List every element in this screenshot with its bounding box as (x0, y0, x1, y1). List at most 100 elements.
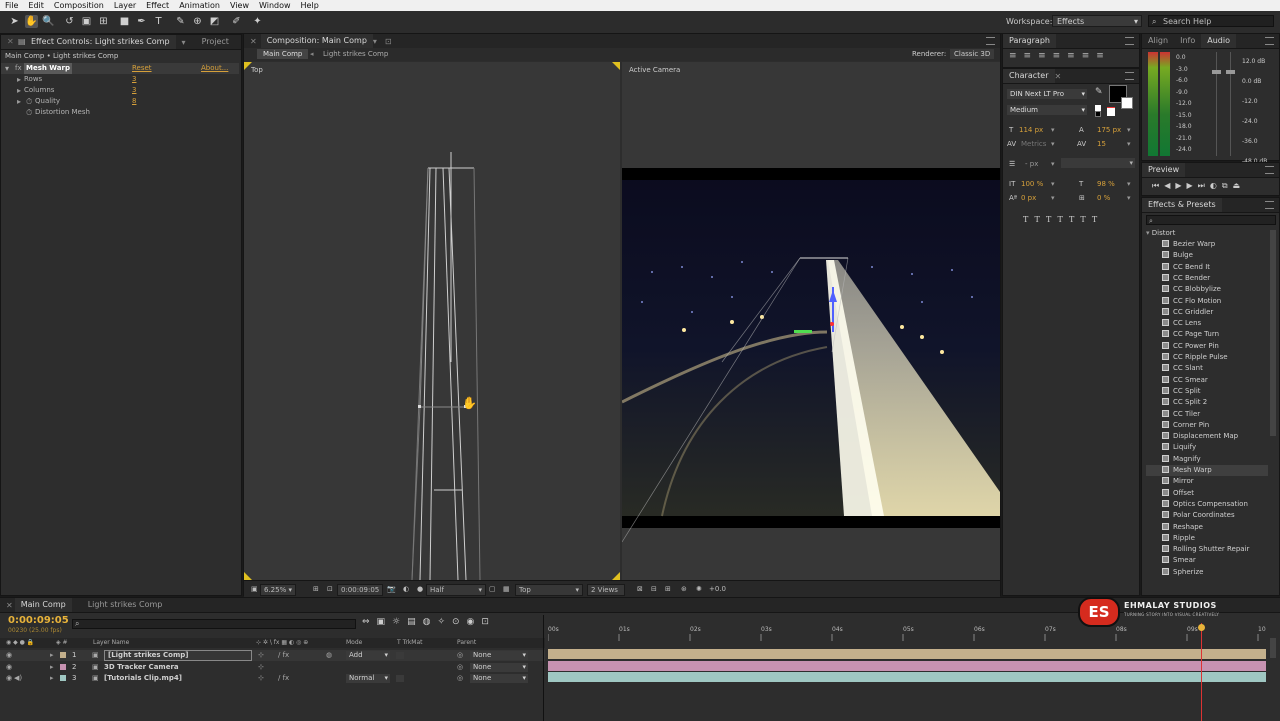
crumb-main-comp[interactable]: Main Comp (257, 49, 309, 59)
label-color-swatch[interactable] (60, 663, 66, 670)
chevron-down-icon[interactable]: ▾ (1127, 179, 1131, 189)
effect-item[interactable]: CC Slant (1146, 363, 1268, 374)
show-channel-icon[interactable]: ◐ (400, 584, 412, 594)
effects-search-input[interactable]: ⌕ (1146, 215, 1276, 225)
effect-item[interactable]: CC Smear (1146, 375, 1268, 386)
playhead[interactable] (1201, 623, 1203, 721)
menu-item-animation[interactable]: Animation (174, 0, 225, 11)
timeline-search-input[interactable]: ⌕ (72, 619, 356, 629)
align-buttons[interactable]: ≡≡≡≡≡≡≡ (1009, 51, 1111, 61)
effect-item[interactable]: Bezier Warp (1146, 239, 1268, 250)
property-columns[interactable]: ▸ Columns 3 (1, 85, 239, 96)
vertical-scale-value[interactable]: 100 % (1021, 179, 1043, 189)
label-color-swatch[interactable] (60, 652, 66, 658)
expand-arrow-icon[interactable]: ▸ (17, 74, 21, 85)
label-color-swatch[interactable] (60, 675, 66, 681)
stroke-width-value[interactable]: - px (1025, 159, 1038, 169)
panel-menu-icon[interactable] (1265, 37, 1274, 45)
effect-item[interactable]: CC Page Turn (1146, 329, 1268, 340)
region-of-interest-icon[interactable]: ▢ (486, 584, 499, 594)
tab-effect-controls[interactable]: ✕ ▤ Effect Controls: Light strikes Comp (1, 35, 176, 49)
effect-item[interactable]: Mirror (1146, 476, 1268, 487)
effect-item[interactable]: Bulge (1146, 250, 1268, 261)
fx-toggle-icon[interactable]: fx (15, 63, 22, 74)
effect-item[interactable]: CC Flo Motion (1146, 296, 1268, 307)
layer-duration-bar[interactable] (548, 649, 1266, 659)
views-layout-select[interactable]: 2 Views ▾ (587, 584, 625, 604)
menu-item-edit[interactable]: Edit (23, 0, 49, 11)
layer-row[interactable]: ◉ ◀) ▸ 3 ▣ [Tutorials Clip.mp4] ⊹ / fx Normal ▾ ◎ N… (0, 673, 545, 684)
chevron-down-icon[interactable]: ▾ (1127, 139, 1131, 149)
flowchart-icon[interactable]: ⊛ (678, 584, 690, 594)
quality-switch-icon[interactable]: / fx (278, 650, 289, 661)
effect-item[interactable]: Offset (1146, 488, 1268, 499)
effect-item[interactable]: CC Power Pin (1146, 341, 1268, 352)
parent-select[interactable]: None ▾ (470, 651, 528, 660)
pick-whip-icon[interactable]: ◎ (457, 673, 463, 684)
font-size-value[interactable]: 114 px (1019, 125, 1043, 135)
close-icon[interactable]: ✕ (1055, 72, 1062, 81)
tab-audio[interactable]: Audio (1201, 34, 1236, 48)
pen-tool-icon[interactable]: ✒ (135, 15, 148, 28)
kerning-value[interactable]: Metrics (1021, 139, 1046, 149)
eye-icon[interactable]: ◉ (6, 650, 12, 661)
transparency-grid-icon[interactable]: ▦ (500, 584, 513, 594)
lock-icon[interactable]: ⊡ (385, 37, 392, 46)
puppet-tool-icon[interactable]: ✦ (251, 15, 264, 28)
parent-select[interactable]: None ▾ (470, 674, 528, 683)
property-rows[interactable]: ▸ Rows 3 (1, 74, 239, 85)
effect-item[interactable]: Reshape (1146, 522, 1268, 533)
expand-arrow-icon[interactable]: ▾ (5, 63, 9, 74)
layer-mode-select[interactable]: Add ▾ (346, 651, 390, 660)
panel-menu-icon[interactable] (1125, 72, 1134, 80)
leading-value[interactable]: 175 px (1097, 125, 1121, 135)
zoom-select[interactable]: 6.25% ▾ (260, 584, 296, 596)
clone-stamp-tool-icon[interactable]: ⊕ (191, 15, 204, 28)
audio-slider-right[interactable] (1230, 52, 1231, 156)
selection-tool-icon[interactable]: ➤ (8, 15, 21, 28)
effect-item[interactable]: Corner Pin (1146, 420, 1268, 431)
chevron-down-icon[interactable]: ▾ (1127, 193, 1131, 203)
layer-row[interactable]: ◉ ▸ 2 ▣ 3D Tracker Camera ⊹ ◎ None ▾ (0, 662, 545, 673)
chevron-down-icon[interactable]: ▾ (1051, 139, 1055, 149)
audio-slider-thumb-left[interactable] (1212, 70, 1221, 74)
shape-tool-icon[interactable]: ■ (118, 15, 131, 28)
timeline-timecode[interactable]: 0:00:09:05 (8, 615, 69, 626)
eye-icon[interactable]: ◉ (6, 662, 12, 673)
tab-project[interactable]: Project (196, 35, 235, 49)
layer-switch-icon[interactable]: ⊹ (258, 662, 264, 673)
search-help-input[interactable]: ⌕ Search Help (1148, 15, 1274, 27)
tab-align[interactable]: Align (1142, 34, 1174, 48)
about-button[interactable]: About... (201, 63, 228, 74)
effect-item[interactable]: CC Tiler (1146, 409, 1268, 420)
tracking-value[interactable]: 15 (1097, 139, 1106, 149)
tab-character[interactable]: Character (1003, 69, 1055, 83)
always-preview-icon[interactable]: ▣ (248, 584, 261, 594)
effect-item[interactable]: CC Bend It (1146, 262, 1268, 273)
chevron-down-icon[interactable]: ▾ (1127, 125, 1131, 135)
expand-arrow-icon[interactable]: ▸ (50, 662, 54, 673)
timeline-scrollbar[interactable] (1270, 638, 1276, 658)
layer-duration-bar[interactable] (548, 660, 1266, 671)
tab-main-comp[interactable]: Main Comp (14, 598, 72, 612)
panel-menu-icon[interactable] (986, 37, 995, 45)
expand-arrow-icon[interactable]: ▾ (1146, 229, 1150, 237)
stopwatch-icon[interactable]: ⏱ (26, 107, 32, 118)
close-icon[interactable]: ✕ (250, 37, 257, 46)
menu-item-composition[interactable]: Composition (49, 0, 109, 11)
effect-item[interactable]: CC Split 2 (1146, 397, 1268, 408)
reset-button[interactable]: Reset (132, 63, 152, 74)
menu-item-window[interactable]: Window (254, 0, 296, 11)
font-style-select[interactable]: Medium ▾ (1007, 105, 1087, 115)
audio-slider-thumb-right[interactable] (1226, 70, 1235, 74)
expand-arrow-icon[interactable]: ▸ (50, 673, 54, 684)
layer-switch-icon[interactable]: ⊹ (258, 650, 264, 661)
expand-arrow-icon[interactable]: ▸ (17, 96, 21, 107)
layer-name[interactable]: 3D Tracker Camera (104, 662, 179, 673)
effect-item[interactable]: Magnify (1146, 454, 1268, 465)
timeline-link-icon[interactable]: ⊞ (662, 584, 674, 594)
font-family-select[interactable]: DIN Next LT Pro ▾ (1007, 89, 1087, 99)
effect-item[interactable]: Ripple (1146, 533, 1268, 544)
layer-name[interactable]: [Tutorials Clip.mp4] (104, 673, 182, 684)
effects-scrollbar[interactable] (1270, 230, 1276, 436)
